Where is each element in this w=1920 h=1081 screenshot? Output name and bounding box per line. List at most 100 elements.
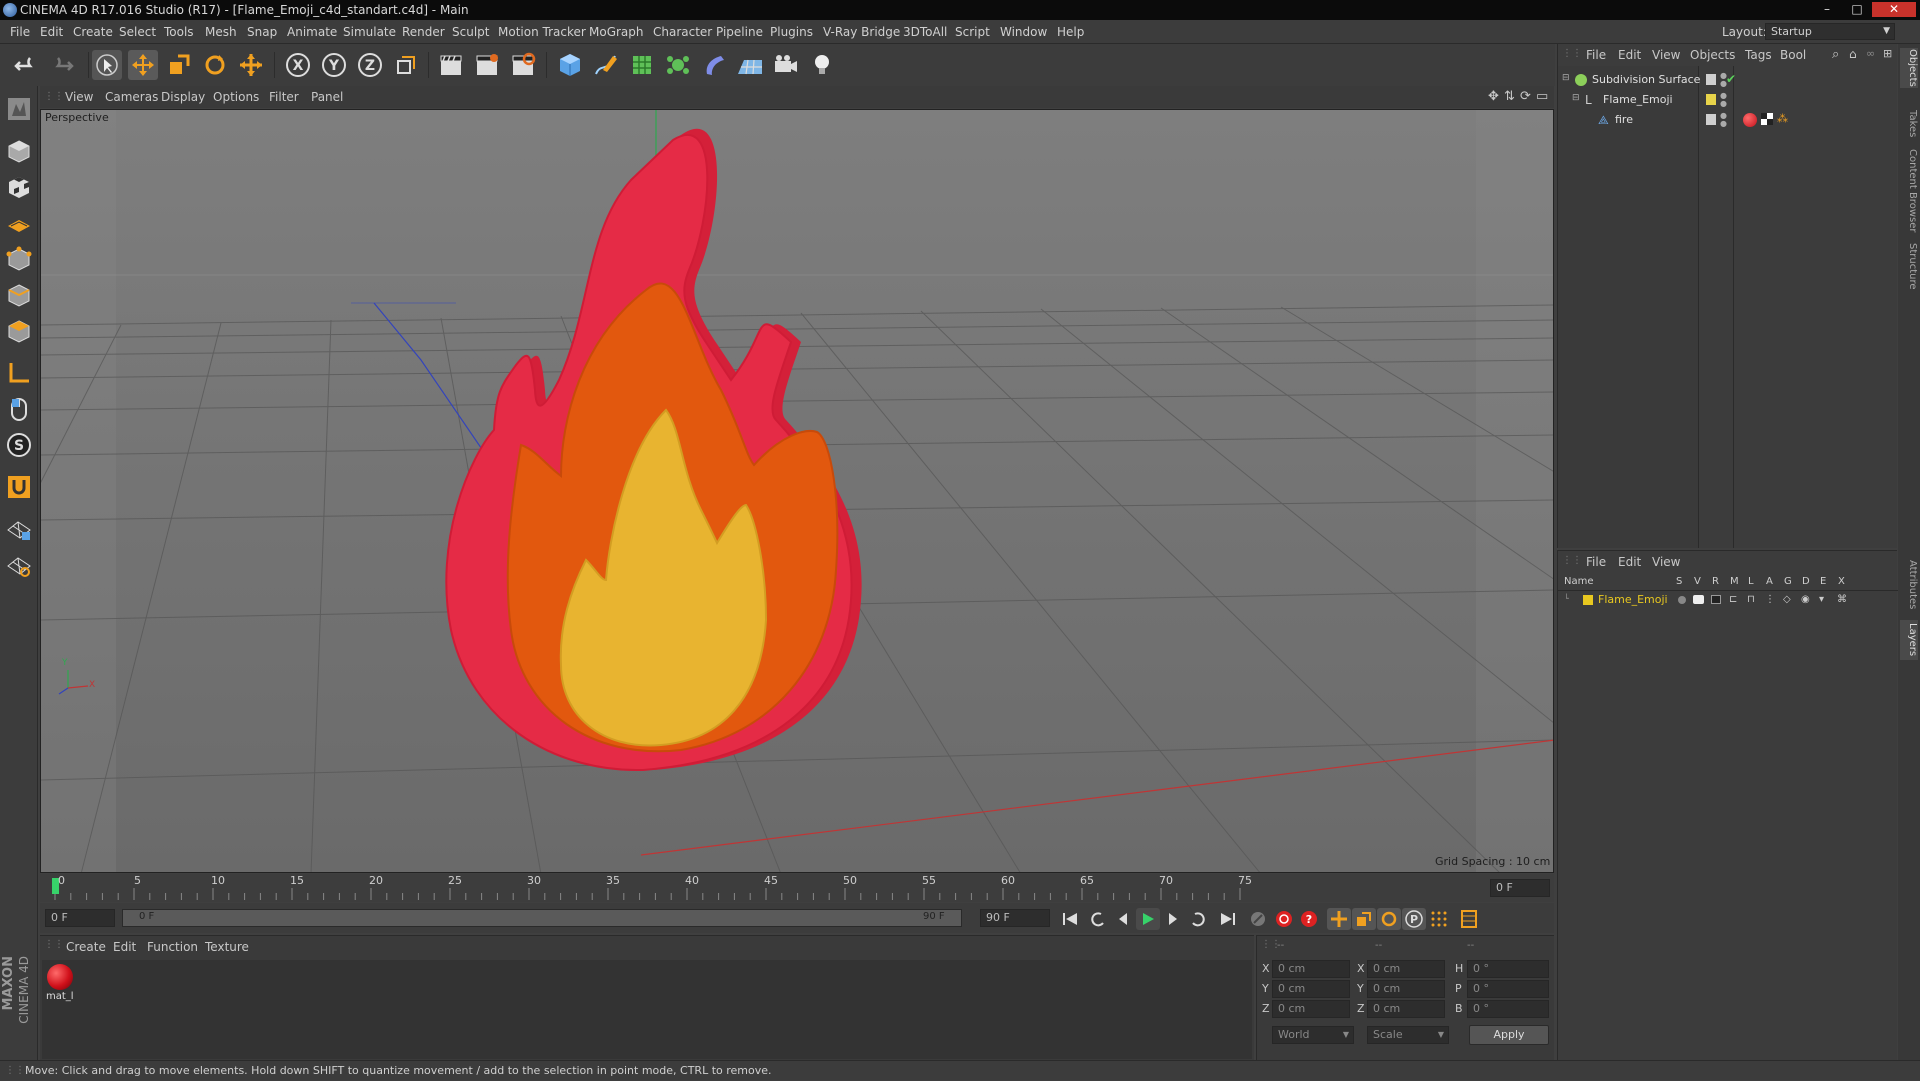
drag-handle-icon[interactable]: ⋮⋮ [1562, 555, 1582, 566]
layer-color-swatch[interactable] [1583, 595, 1593, 605]
menu-mesh[interactable]: Mesh [205, 20, 237, 44]
menu-script[interactable]: Script [955, 20, 990, 44]
menu-sculpt[interactable]: Sculpt [452, 20, 489, 44]
edges-mode-button[interactable] [4, 280, 34, 310]
redo-button[interactable] [46, 50, 76, 80]
menu-plugins[interactable]: Plugins [770, 20, 813, 44]
xref-icon[interactable]: ⌘ [1837, 594, 1847, 605]
go-to-start-button[interactable] [1058, 908, 1082, 930]
pos-z-field[interactable]: 0 cm [1272, 1000, 1350, 1018]
object-row-fire[interactable]: ⟁ fire ● ● ⁂ [1558, 112, 1898, 130]
generator-icon[interactable]: ◇ [1783, 594, 1791, 605]
make-editable-button[interactable] [4, 94, 34, 124]
object-menu-tags[interactable]: Tags [1745, 44, 1772, 66]
visibility-dots-icon[interactable]: ● ● [1720, 112, 1727, 128]
material-menu-function[interactable]: Function [147, 936, 198, 958]
collapse-icon[interactable]: ⊟ [1562, 73, 1570, 83]
visibility-dots-icon[interactable]: ● ● [1720, 92, 1727, 108]
menu-character[interactable]: Character [653, 20, 712, 44]
menu-select[interactable]: Select [119, 20, 156, 44]
layer-row-flame-emoji[interactable]: └ Flame_Emoji ⊏ ⊓ ⋮ ◇ ◉ ▾ ⌘ [1558, 593, 1898, 609]
menu-pipeline[interactable]: Pipeline [716, 20, 763, 44]
record-active-objects-button[interactable] [1272, 908, 1296, 930]
column-deformers[interactable]: D [1802, 576, 1810, 587]
column-solo[interactable]: S [1676, 576, 1682, 587]
phong-tag-icon[interactable]: ⁂ [1777, 112, 1788, 125]
manager-tree-icon[interactable]: ⊏ [1729, 594, 1737, 605]
size-x-field[interactable]: 0 cm [1367, 960, 1445, 978]
drag-handle-icon[interactable]: ⋮⋮ [44, 939, 64, 950]
object-menu-objects[interactable]: Objects [1690, 44, 1735, 66]
object-menu-file[interactable]: File [1586, 44, 1606, 66]
tab-objects[interactable]: Objects [1900, 48, 1918, 88]
layout-dropdown[interactable]: Startup ▼ [1765, 23, 1895, 40]
menu-mograph[interactable]: MoGraph [589, 20, 644, 44]
end-frame-field[interactable]: 90 F [980, 909, 1050, 927]
tab-layers[interactable]: Layers [1900, 620, 1918, 660]
menu-render[interactable]: Render [402, 20, 445, 44]
tab-content-browser[interactable]: Content Browser [1900, 148, 1918, 234]
key-parameter-button[interactable]: P [1402, 908, 1426, 930]
next-frame-button[interactable] [1161, 908, 1185, 930]
enable-snap-button[interactable] [4, 472, 34, 502]
apply-button[interactable]: Apply [1469, 1025, 1549, 1045]
viewport-menu-options[interactable]: Options [213, 86, 259, 108]
layer-color-icon[interactable] [1706, 94, 1716, 105]
undo-button[interactable] [12, 50, 42, 80]
planar-workplane-button[interactable] [4, 550, 34, 580]
add-spline-button[interactable] [591, 50, 621, 80]
deformer-icon[interactable]: ◉ [1801, 594, 1810, 605]
pos-x-field[interactable]: 0 cm [1272, 960, 1350, 978]
viewport-menu-cameras[interactable]: Cameras [105, 86, 158, 108]
drag-handle-icon[interactable]: ⋮⋮ [1562, 48, 1582, 59]
previous-key-button[interactable] [1086, 908, 1110, 930]
rotate-view-icon[interactable]: ⟳ [1520, 86, 1531, 108]
enabled-checkmark-icon[interactable]: ✔ [1726, 72, 1736, 86]
layer-menu-view[interactable]: View [1652, 551, 1680, 573]
object-menu-view[interactable]: View [1652, 44, 1680, 66]
layer-menu-edit[interactable]: Edit [1618, 551, 1641, 573]
menu-snap[interactable]: Snap [247, 20, 277, 44]
move-tool-button[interactable] [128, 50, 158, 80]
rot-b-field[interactable]: 0 ° [1467, 1000, 1549, 1018]
layer-visibility-icon[interactable] [1706, 114, 1716, 125]
current-frame-field[interactable]: 0 F [1490, 879, 1550, 897]
object-row-subdivision-surface[interactable]: ⊟ Subdivision Surface ● ● ✔ [1558, 72, 1898, 90]
column-xrefs[interactable]: X [1838, 576, 1845, 587]
render-clapper-icon[interactable] [1711, 595, 1721, 604]
menu-tools[interactable]: Tools [164, 20, 194, 44]
material-menu-edit[interactable]: Edit [113, 936, 136, 958]
column-view[interactable]: V [1694, 576, 1701, 587]
animation-icon[interactable]: ⋮ [1765, 594, 1775, 605]
viewport-menu-view[interactable]: View [65, 86, 93, 108]
start-frame-field[interactable]: 0 F [45, 909, 115, 927]
menu-animate[interactable]: Animate [287, 20, 337, 44]
locked-workplane-button[interactable] [4, 514, 34, 544]
drag-handle-icon[interactable]: ⋮⋮ [44, 86, 64, 108]
viewport-menu-display[interactable]: Display [161, 86, 205, 108]
collapse-icon[interactable]: ⊟ [1572, 93, 1580, 103]
key-position-button[interactable] [1327, 908, 1351, 930]
column-render[interactable]: R [1712, 576, 1719, 587]
add-floor-button[interactable] [735, 50, 765, 80]
material-thumbnail[interactable]: mat_l [44, 962, 76, 1004]
object-menu-bool[interactable]: Bool [1780, 44, 1806, 66]
menu-file[interactable]: File [10, 20, 30, 44]
timeline-window-button[interactable] [1457, 908, 1481, 930]
drag-handle-icon[interactable]: ⋮⋮ [5, 1061, 25, 1081]
size-y-field[interactable]: 0 cm [1367, 980, 1445, 998]
viewport-menu-filter[interactable]: Filter [269, 86, 299, 108]
add-light-button[interactable] [807, 50, 837, 80]
expression-icon[interactable]: ▾ [1819, 594, 1824, 605]
new-window-icon[interactable]: ⊞ [1883, 47, 1892, 60]
tab-structure[interactable]: Structure [1900, 240, 1918, 292]
workplane-mode-button[interactable] [4, 208, 34, 238]
tweak-mode-button[interactable] [4, 394, 34, 424]
size-mode-dropdown[interactable]: Scale ▼ [1367, 1026, 1449, 1044]
perspective-viewport[interactable]: Perspective Y X Grid Spacing : 10 cm [40, 109, 1554, 873]
key-scale-button[interactable] [1352, 908, 1376, 930]
pan-view-icon[interactable]: ✥ [1488, 86, 1499, 108]
play-button[interactable] [1136, 908, 1160, 930]
timeline-track[interactable]: 0 5 10 15 20 25 30 35 40 45 50 55 60 65 … [52, 874, 1252, 902]
z-axis-lock-button[interactable]: Z [355, 50, 385, 80]
